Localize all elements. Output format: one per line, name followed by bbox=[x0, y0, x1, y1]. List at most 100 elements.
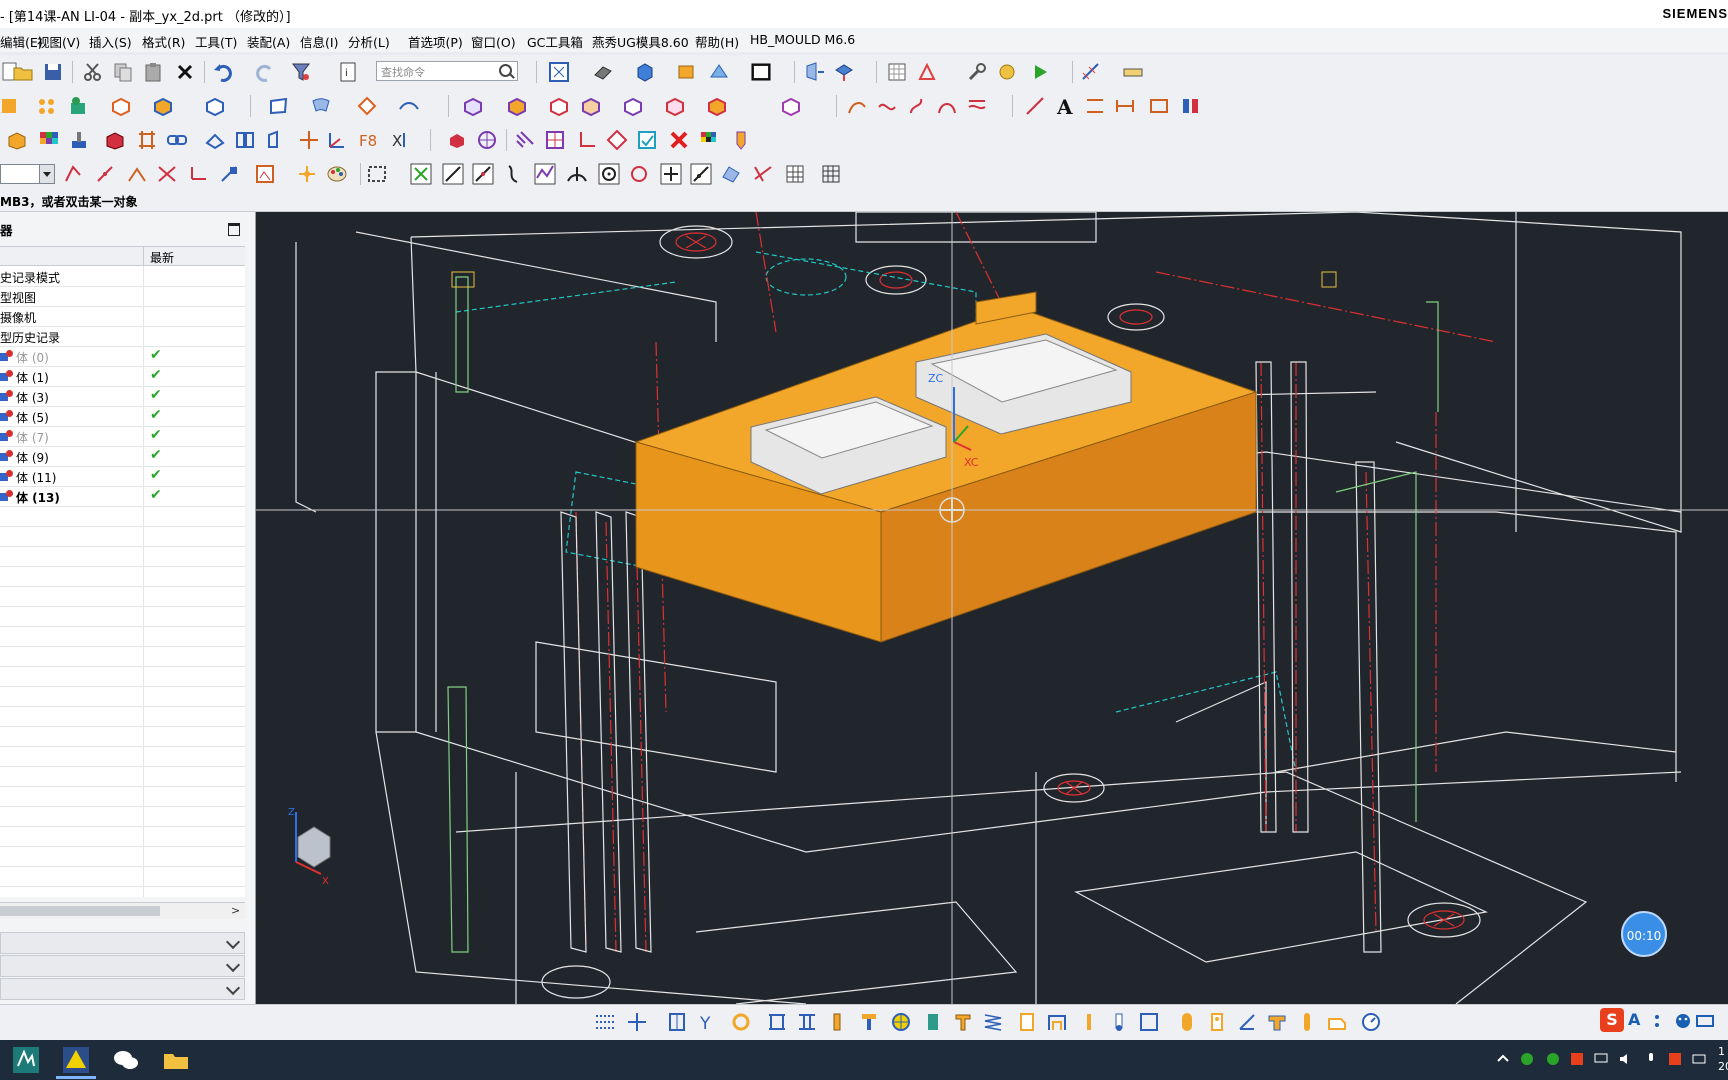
csys-icon[interactable] bbox=[326, 129, 348, 151]
thermo-icon[interactable] bbox=[1108, 1011, 1130, 1033]
move-object-icon[interactable] bbox=[804, 61, 826, 83]
menu-info[interactable]: 信息(I) bbox=[300, 32, 338, 51]
screw-icon[interactable] bbox=[826, 1011, 848, 1033]
extrude-icon[interactable] bbox=[204, 129, 226, 151]
undo-icon[interactable] bbox=[212, 61, 234, 83]
f8-icon[interactable]: F8 bbox=[358, 129, 380, 151]
chevron-down-icon[interactable] bbox=[225, 934, 241, 950]
plate-tool-2-icon[interactable] bbox=[796, 1011, 818, 1033]
ejector-pin-icon[interactable] bbox=[666, 1011, 688, 1033]
multi-cavity-icon[interactable] bbox=[36, 95, 58, 117]
x-filter-icon[interactable]: X bbox=[390, 129, 412, 151]
curve-edit-icon[interactable] bbox=[846, 95, 868, 117]
hatch-grid-icon[interactable] bbox=[820, 163, 842, 185]
tree-row[interactable]: 型视图 bbox=[0, 286, 245, 307]
point-on-face-icon[interactable] bbox=[690, 163, 712, 185]
graphics-window[interactable]: ZC XC Z X bbox=[256, 212, 1728, 1004]
sparkle-icon[interactable] bbox=[296, 163, 318, 185]
color-palette-icon[interactable] bbox=[38, 129, 60, 151]
line-snap-icon[interactable] bbox=[442, 163, 464, 185]
snap-intersect-icon[interactable] bbox=[156, 163, 178, 185]
scroll-right-icon[interactable]: > bbox=[231, 904, 240, 917]
chevron-down-icon[interactable] bbox=[39, 165, 54, 183]
folder-icon[interactable] bbox=[162, 1046, 190, 1074]
frame-tool-icon[interactable] bbox=[1138, 1011, 1160, 1033]
wrench-icon[interactable] bbox=[966, 61, 988, 83]
ime-tray-icon[interactable] bbox=[1692, 1052, 1706, 1066]
open-icon[interactable] bbox=[12, 61, 34, 83]
spline-icon[interactable] bbox=[906, 95, 928, 117]
quadrant-snap-icon[interactable] bbox=[628, 163, 650, 185]
midline-snap-icon[interactable] bbox=[472, 163, 494, 185]
menu-assembly[interactable]: 装配(A) bbox=[247, 32, 290, 51]
dependencies-panel[interactable] bbox=[0, 978, 245, 1000]
menu-format[interactable]: 格式(R) bbox=[142, 32, 185, 51]
selection-box-icon[interactable] bbox=[254, 163, 276, 185]
section-view-icon[interactable] bbox=[708, 61, 730, 83]
menu-help[interactable]: 帮助(H) bbox=[695, 32, 739, 51]
tree-row[interactable]: 体 (1) ✔ bbox=[0, 366, 245, 387]
corner-icon[interactable] bbox=[576, 129, 598, 151]
dimension-4-icon[interactable] bbox=[1180, 95, 1202, 117]
vertex-snap-icon[interactable] bbox=[534, 163, 556, 185]
mold-tool-5-icon[interactable] bbox=[622, 95, 644, 117]
tree-row[interactable]: 型历史记录 bbox=[0, 326, 245, 347]
layer-icon[interactable] bbox=[676, 61, 698, 83]
grid-select-icon[interactable] bbox=[784, 163, 806, 185]
select-filter-icon[interactable] bbox=[290, 61, 312, 83]
chain-icon[interactable] bbox=[166, 129, 188, 151]
layout-icon[interactable] bbox=[0, 95, 22, 117]
gate-icon[interactable] bbox=[1046, 1011, 1068, 1033]
tray-s-icon[interactable] bbox=[1668, 1052, 1682, 1066]
diamond-icon[interactable] bbox=[606, 129, 628, 151]
menu-window[interactable]: 窗口(O) bbox=[471, 32, 516, 51]
support-icon[interactable] bbox=[858, 1011, 880, 1033]
arc-icon[interactable] bbox=[876, 95, 898, 117]
tree-row[interactable]: 体 (13) ✔ bbox=[0, 486, 245, 507]
command-search-input[interactable]: 查找命令 bbox=[376, 61, 518, 81]
copy-icon[interactable] bbox=[112, 61, 134, 83]
dimension-1-icon[interactable] bbox=[1084, 95, 1106, 117]
surface-icon[interactable] bbox=[310, 95, 332, 117]
system-clock[interactable]: 1 20 bbox=[1718, 1044, 1728, 1074]
info-icon[interactable]: i bbox=[338, 61, 360, 83]
dimension-2-icon[interactable] bbox=[1114, 95, 1136, 117]
pin-icon[interactable] bbox=[1078, 1011, 1100, 1033]
snap-arrow-icon[interactable] bbox=[218, 163, 240, 185]
slider-icon[interactable] bbox=[952, 1011, 974, 1033]
punctuation-icon[interactable] bbox=[1652, 1012, 1670, 1030]
snap-origin-icon[interactable] bbox=[188, 163, 210, 185]
grid-plane-icon[interactable] bbox=[136, 129, 158, 151]
type-filter-dropdown[interactable] bbox=[0, 164, 55, 184]
mold-tool-6-icon[interactable] bbox=[664, 95, 686, 117]
cube-view-icon[interactable] bbox=[634, 61, 656, 83]
point-on-curve-icon[interactable] bbox=[660, 163, 682, 185]
shell-icon[interactable] bbox=[264, 129, 286, 151]
trim-icon[interactable] bbox=[356, 95, 378, 117]
chevron-down-icon[interactable] bbox=[225, 957, 241, 973]
tray-wechat2-icon[interactable] bbox=[1546, 1052, 1560, 1066]
background-icon[interactable] bbox=[750, 61, 772, 83]
dotted-grid-icon[interactable] bbox=[594, 1011, 616, 1033]
spring-icon[interactable] bbox=[982, 1011, 1004, 1033]
ring-tool-icon[interactable] bbox=[730, 1011, 752, 1033]
microphone-icon[interactable] bbox=[1644, 1052, 1658, 1066]
cut-icon[interactable] bbox=[82, 61, 104, 83]
core-icon[interactable] bbox=[152, 95, 174, 117]
menu-gc-toolbox[interactable]: GC工具箱 bbox=[527, 32, 583, 51]
curve-snap-icon[interactable] bbox=[504, 163, 526, 185]
volume-icon[interactable] bbox=[1618, 1052, 1632, 1066]
rectangle-select-icon[interactable] bbox=[366, 163, 388, 185]
tree-row[interactable]: 体 (9) ✔ bbox=[0, 446, 245, 467]
tree-row[interactable]: 摄像机 bbox=[0, 306, 245, 327]
red-block-icon[interactable] bbox=[446, 129, 468, 151]
plate-icon[interactable] bbox=[110, 95, 132, 117]
tree-row[interactable]: 体 (11) ✔ bbox=[0, 466, 245, 487]
revolve-icon[interactable] bbox=[234, 129, 256, 151]
mold-tool-4-icon[interactable] bbox=[580, 95, 602, 117]
menu-tools[interactable]: 工具(T) bbox=[195, 32, 237, 51]
target-icon[interactable] bbox=[476, 129, 498, 151]
frame-icon[interactable] bbox=[544, 129, 566, 151]
emoji-icon[interactable] bbox=[1674, 1012, 1692, 1030]
details-panel[interactable] bbox=[0, 932, 245, 954]
